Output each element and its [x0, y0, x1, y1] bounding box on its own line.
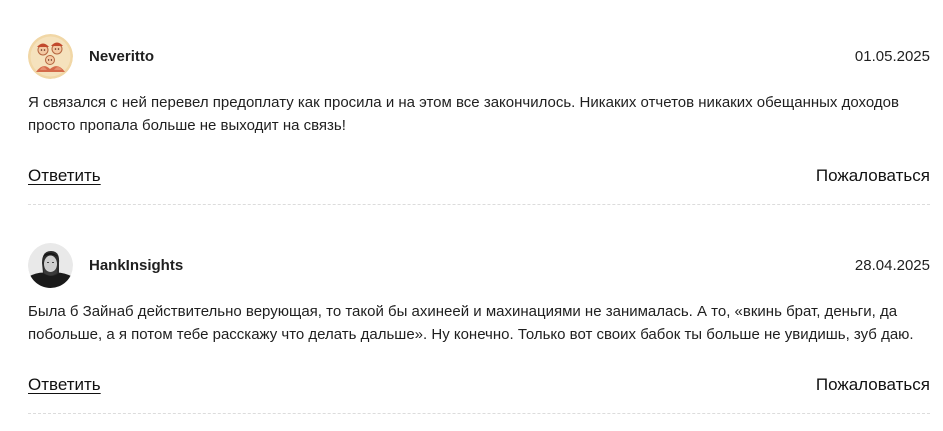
comment-item: Neveritto 01.05.2025 Я связался с ней пе… — [28, 34, 930, 205]
comment-actions: Ответить Пожаловаться — [28, 374, 930, 396]
comment-date: 28.04.2025 — [854, 257, 930, 274]
comment-item: HankInsights 28.04.2025 Была б Зайнаб де… — [28, 243, 930, 414]
comment-header: Neveritto 01.05.2025 — [28, 34, 930, 82]
comment-date: 01.05.2025 — [854, 48, 930, 65]
comment-divider — [28, 204, 930, 205]
person-portrait-avatar-icon[interactable] — [28, 243, 73, 288]
cartoon-family-avatar-icon[interactable] — [28, 34, 73, 79]
comment-header: HankInsights 28.04.2025 — [28, 243, 930, 291]
report-link[interactable]: Пожаловаться — [816, 374, 930, 396]
reply-link[interactable]: Ответить — [28, 165, 101, 187]
comments-list: Neveritto 01.05.2025 Я связался с ней пе… — [0, 0, 943, 431]
report-link[interactable]: Пожаловаться — [816, 165, 930, 187]
comment-text: Я связался с ней перевел предоплату как … — [28, 94, 899, 134]
comment-author: HankInsights — [89, 257, 184, 274]
comment-author: Neveritto — [89, 48, 155, 65]
comment-actions: Ответить Пожаловаться — [28, 165, 930, 187]
comment-divider — [28, 413, 930, 414]
reply-link[interactable]: Ответить — [28, 374, 101, 396]
comment-text: Была б Зайнаб действительно верующая, то… — [28, 303, 914, 343]
